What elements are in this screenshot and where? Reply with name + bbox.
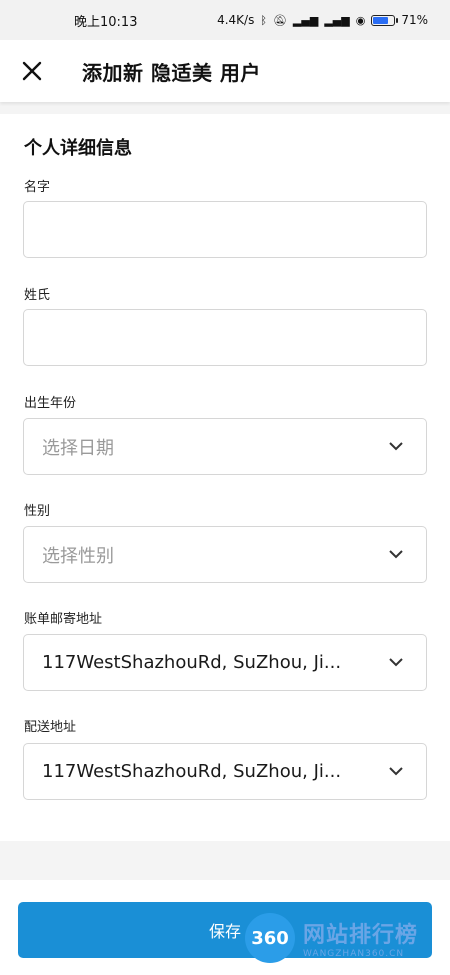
shipping-address-label: 配送地址	[24, 720, 77, 735]
watermark-sub-text: WANGZHAN360.CN	[303, 949, 405, 959]
billing-address-select[interactable]: 117WestShazhouRd, SuZhou, Ji...	[23, 634, 427, 691]
signal-icon: ▂▄▆	[292, 13, 319, 27]
battery-percent: 71%	[401, 13, 428, 27]
network-speed: 4.4K/s	[217, 13, 255, 27]
birth-year-select[interactable]: 选择日期	[23, 418, 427, 475]
billing-address-value: 117WestShazhouRd, SuZhou, Ji...	[42, 652, 342, 673]
watermark: 360 网站排行榜 WANGZHAN360.CN	[245, 908, 450, 968]
first-name-field[interactable]	[23, 201, 427, 258]
close-icon	[22, 61, 42, 81]
signal-2-icon: ▂▄▆	[324, 13, 350, 27]
gender-label: 性别	[24, 504, 51, 519]
last-name-field[interactable]	[23, 309, 427, 366]
watermark-main-text: 网站排行榜	[303, 923, 419, 948]
battery-fill	[373, 16, 388, 24]
chevron-down-icon	[388, 547, 404, 563]
personal-details-card: 个人详细信息 名字 姓氏 出生年份 选择日期 性别 选择性别 账单邮寄地址 11…	[0, 114, 450, 841]
gender-select[interactable]: 选择性别	[23, 526, 427, 583]
watermark-text: 网站排行榜 WANGZHAN360.CN	[303, 917, 418, 959]
shipping-address-select[interactable]: 117WestShazhouRd, SuZhou, Ji...	[23, 743, 427, 800]
status-time: 晚上10:13	[74, 14, 138, 30]
save-button-label: 保存	[208, 922, 241, 941]
status-right: 4.4K/s ᛒ 🔕︎ ▂▄▆ ▂▄▆ ◉ 71%	[217, 13, 428, 27]
status-bar: 晚上10:13 4.4K/s ᛒ 🔕︎ ▂▄▆ ▂▄▆ ◉ 71%	[0, 0, 450, 40]
last-name-label: 姓氏	[24, 288, 51, 303]
chevron-down-icon	[388, 439, 404, 455]
first-name-label: 名字	[24, 180, 51, 195]
section-title: 个人详细信息	[24, 138, 132, 159]
birth-year-label: 出生年份	[24, 396, 77, 411]
bluetooth-icon: ᛒ	[260, 13, 267, 27]
app-bar: 添加新 隐适美 用户	[0, 40, 450, 102]
wifi-icon: ◉	[355, 13, 366, 27]
battery-icon	[371, 14, 399, 26]
billing-address-label: 账单邮寄地址	[24, 612, 103, 627]
close-button[interactable]	[12, 51, 52, 91]
birth-year-placeholder: 选择日期	[42, 437, 114, 459]
shipping-address-value: 117WestShazhouRd, SuZhou, Ji...	[42, 761, 342, 782]
gender-placeholder: 选择性别	[42, 545, 114, 567]
chevron-down-icon	[388, 655, 404, 671]
page-title: 添加新 隐适美 用户	[82, 60, 261, 85]
watermark-logo: 360	[245, 913, 295, 963]
mute-icon: 🔕︎	[272, 13, 287, 27]
chevron-down-icon	[388, 764, 404, 780]
